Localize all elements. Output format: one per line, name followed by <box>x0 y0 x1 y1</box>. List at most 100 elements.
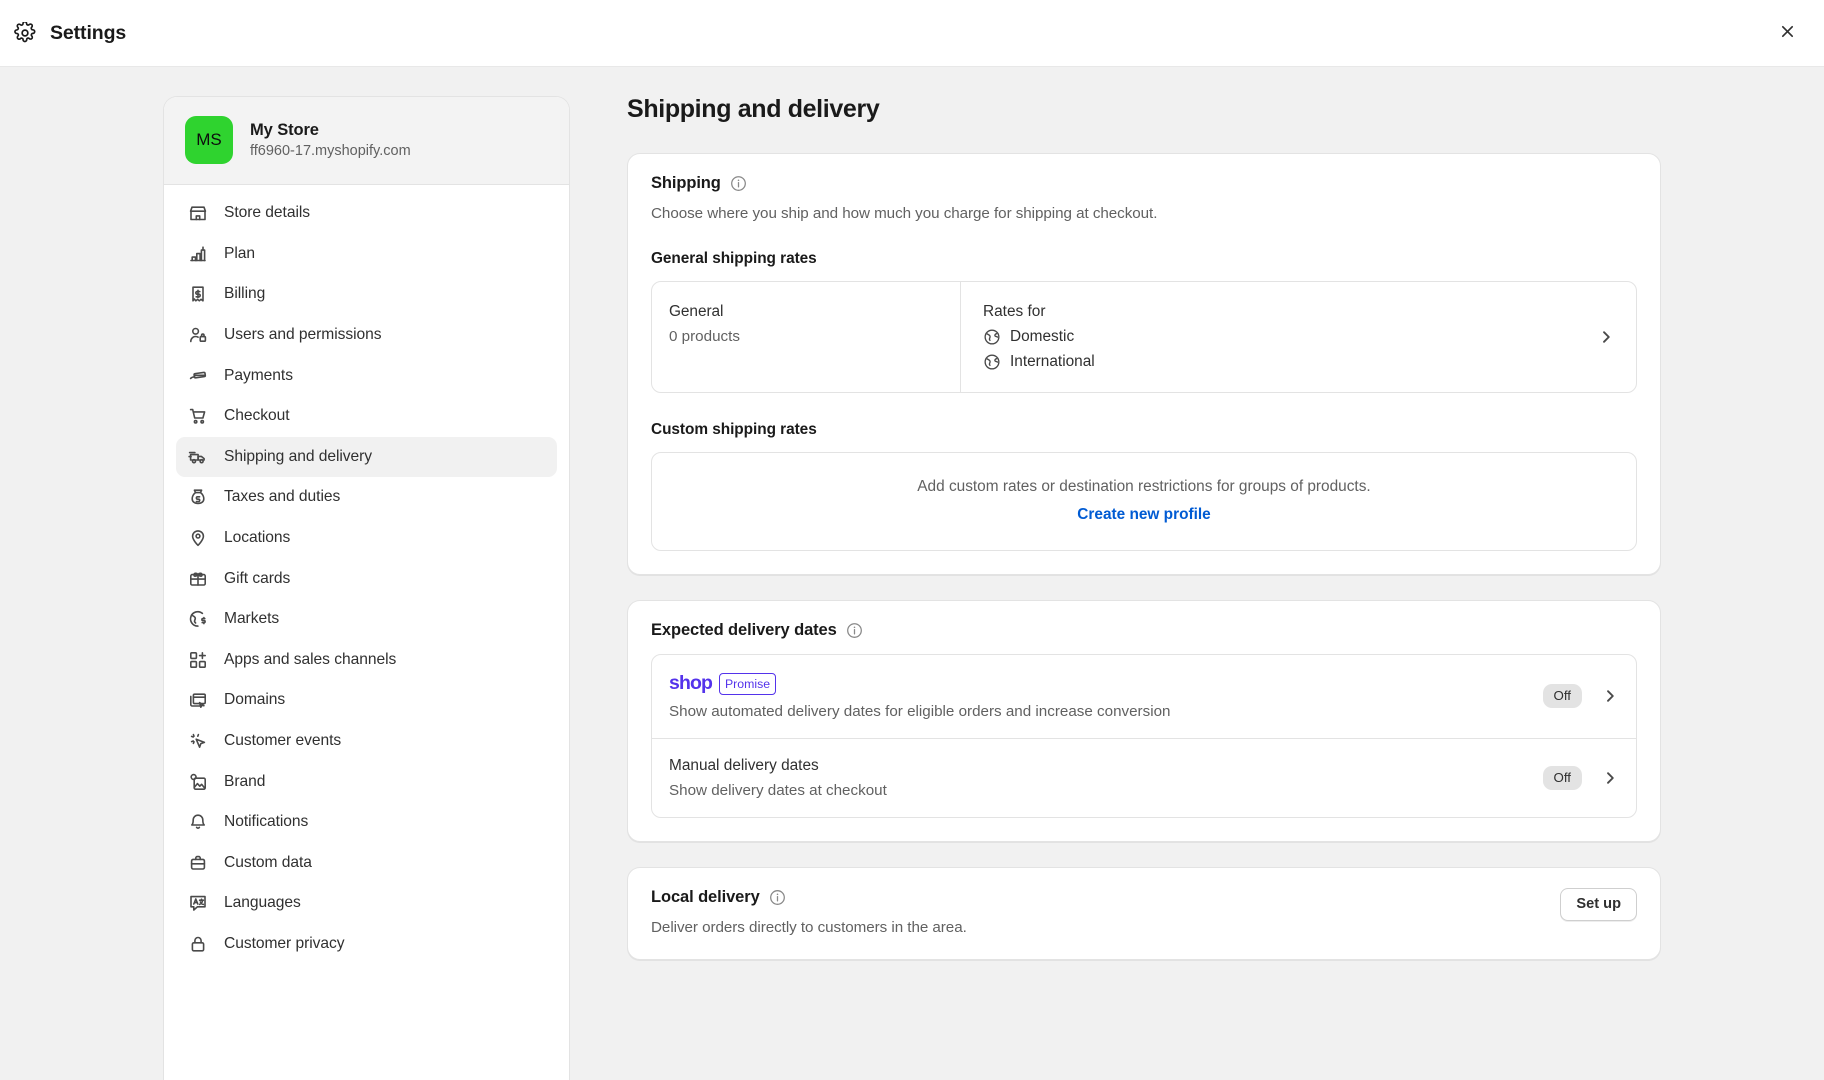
store-name: My Store <box>250 121 411 140</box>
sidebar-item-brand[interactable]: Brand <box>176 761 557 802</box>
sidebar-item-label: Plan <box>224 245 255 263</box>
sidebar-item-domains[interactable]: Domains <box>176 680 557 721</box>
manual-delivery-main: Manual delivery dates Show delivery date… <box>669 757 1543 799</box>
sidebar-item-label: Apps and sales channels <box>224 651 396 669</box>
chart-icon <box>188 244 208 264</box>
profile-chevron-cell[interactable] <box>1588 282 1636 392</box>
sidebar-item-payments[interactable]: Payments <box>176 355 557 396</box>
main-content: Shipping and delivery Shipping Choose wh… <box>570 67 1824 1080</box>
shop-wordmark: shop <box>669 674 712 694</box>
sidebar-item-plan[interactable]: Plan <box>176 234 557 275</box>
chevron-right-icon[interactable] <box>1602 770 1618 786</box>
shop-promise-logo: shop Promise <box>669 673 1543 695</box>
sidebar-item-label: Locations <box>224 529 290 547</box>
avatar: MS <box>185 116 233 164</box>
sidebar-item-locations[interactable]: Locations <box>176 518 557 559</box>
person-lock-icon <box>188 325 208 345</box>
profile-rates: Rates for Domestic <box>960 282 1588 392</box>
gear-icon <box>14 22 36 44</box>
local-delivery-row: Local delivery Deliver orders directly t… <box>651 888 1637 936</box>
settings-sidebar: MS My Store ff6960-17.myshopify.com Stor… <box>163 96 570 1080</box>
set-up-button[interactable]: Set up <box>1560 888 1637 921</box>
local-delivery-main: Local delivery Deliver orders directly t… <box>651 888 1560 936</box>
globe-icon <box>983 328 1001 346</box>
database-icon <box>188 853 208 873</box>
sidebar-item-label: Custom data <box>224 854 312 872</box>
window-title: Settings <box>50 22 126 45</box>
sidebar-item-users-and-permissions[interactable]: Users and permissions <box>176 315 557 356</box>
profile-name: General <box>669 303 960 321</box>
status-badge: Off <box>1543 766 1583 790</box>
sidebar-item-customer-events[interactable]: Customer events <box>176 721 557 762</box>
rates-for-label: Rates for <box>983 303 1588 321</box>
shop-promise-main: shop Promise Show automated delivery dat… <box>669 673 1543 720</box>
brand-image-icon <box>188 772 208 792</box>
close-icon <box>1780 24 1795 43</box>
manual-delivery-dates-row[interactable]: Manual delivery dates Show delivery date… <box>652 738 1636 817</box>
shipping-title: Shipping <box>651 174 721 193</box>
info-icon[interactable] <box>846 622 863 639</box>
sidebar-item-label: Store details <box>224 204 310 222</box>
shop-promise-description: Show automated delivery dates for eligib… <box>669 703 1543 720</box>
sidebar-item-billing[interactable]: Billing <box>176 274 557 315</box>
sidebar-item-label: Customer events <box>224 732 341 750</box>
local-delivery-heading-row: Local delivery <box>651 888 1560 907</box>
expected-delivery-heading-row: Expected delivery dates <box>651 621 1637 640</box>
bell-icon <box>188 812 208 832</box>
sidebar-item-label: Languages <box>224 894 301 912</box>
custom-rates-empty-text: Add custom rates or destination restrict… <box>672 478 1616 496</box>
apps-plus-icon <box>188 650 208 670</box>
profile-left: General 0 products <box>652 282 960 392</box>
profile-product-count: 0 products <box>669 328 960 345</box>
sidebar-item-label: Users and permissions <box>224 326 382 344</box>
custom-rates-empty-state: Add custom rates or destination restrict… <box>651 452 1637 551</box>
sidebar-item-shipping-and-delivery[interactable]: Shipping and delivery <box>176 437 557 478</box>
close-button[interactable] <box>1772 18 1802 48</box>
promise-badge: Promise <box>719 673 776 695</box>
payment-card-icon <box>188 366 208 386</box>
sidebar-item-customer-privacy[interactable]: Customer privacy <box>176 924 557 965</box>
globe-dollar-icon <box>188 609 208 629</box>
rate-domestic: Domestic <box>983 328 1588 346</box>
local-delivery-title: Local delivery <box>651 888 760 907</box>
page-body: MS My Store ff6960-17.myshopify.com Stor… <box>0 67 1824 1080</box>
general-rates-box: General 0 products Rates for <box>651 281 1637 393</box>
sidebar-item-apps-and-sales-channels[interactable]: Apps and sales channels <box>176 640 557 681</box>
sidebar-item-checkout[interactable]: Checkout <box>176 396 557 437</box>
sidebar-item-gift-cards[interactable]: Gift cards <box>176 558 557 599</box>
shipping-description: Choose where you ship and how much you c… <box>651 205 1637 222</box>
sidebar-item-notifications[interactable]: Notifications <box>176 802 557 843</box>
domains-icon <box>188 690 208 710</box>
info-icon[interactable] <box>769 889 786 906</box>
delivery-dates-list: shop Promise Show automated delivery dat… <box>651 654 1637 818</box>
shipping-profile-row[interactable]: General 0 products Rates for <box>652 282 1636 392</box>
sidebar-item-label: Domains <box>224 691 285 709</box>
manual-delivery-description: Show delivery dates at checkout <box>669 782 1543 799</box>
sidebar-region: MS My Store ff6960-17.myshopify.com Stor… <box>0 67 570 1080</box>
sidebar-item-label: Markets <box>224 610 279 628</box>
status-badge: Off <box>1543 684 1583 708</box>
titlebar-left: Settings <box>14 22 126 45</box>
info-icon[interactable] <box>730 175 747 192</box>
money-bag-icon <box>188 487 208 507</box>
chevron-right-icon[interactable] <box>1602 688 1618 704</box>
rate-label: International <box>1010 353 1095 371</box>
sidebar-item-taxes-and-duties[interactable]: Taxes and duties <box>176 477 557 518</box>
translate-icon <box>188 893 208 913</box>
sidebar-item-label: Payments <box>224 367 293 385</box>
receipt-icon <box>188 284 208 304</box>
expected-delivery-dates-card: Expected delivery dates shop Pro <box>627 600 1661 842</box>
sidebar-item-label: Taxes and duties <box>224 488 340 506</box>
expected-delivery-title: Expected delivery dates <box>651 621 837 640</box>
sidebar-item-custom-data[interactable]: Custom data <box>176 843 557 884</box>
sidebar-item-store-details[interactable]: Store details <box>176 193 557 234</box>
shop-promise-row[interactable]: shop Promise Show automated delivery dat… <box>652 655 1636 738</box>
store-card[interactable]: MS My Store ff6960-17.myshopify.com <box>164 97 569 185</box>
sidebar-item-label: Checkout <box>224 407 289 425</box>
sidebar-item-markets[interactable]: Markets <box>176 599 557 640</box>
custom-rates-heading: Custom shipping rates <box>651 421 1637 439</box>
local-delivery-card: Local delivery Deliver orders directly t… <box>627 867 1661 960</box>
create-new-profile-link[interactable]: Create new profile <box>1077 506 1210 524</box>
sidebar-item-languages[interactable]: Languages <box>176 883 557 924</box>
rate-international: International <box>983 353 1588 371</box>
